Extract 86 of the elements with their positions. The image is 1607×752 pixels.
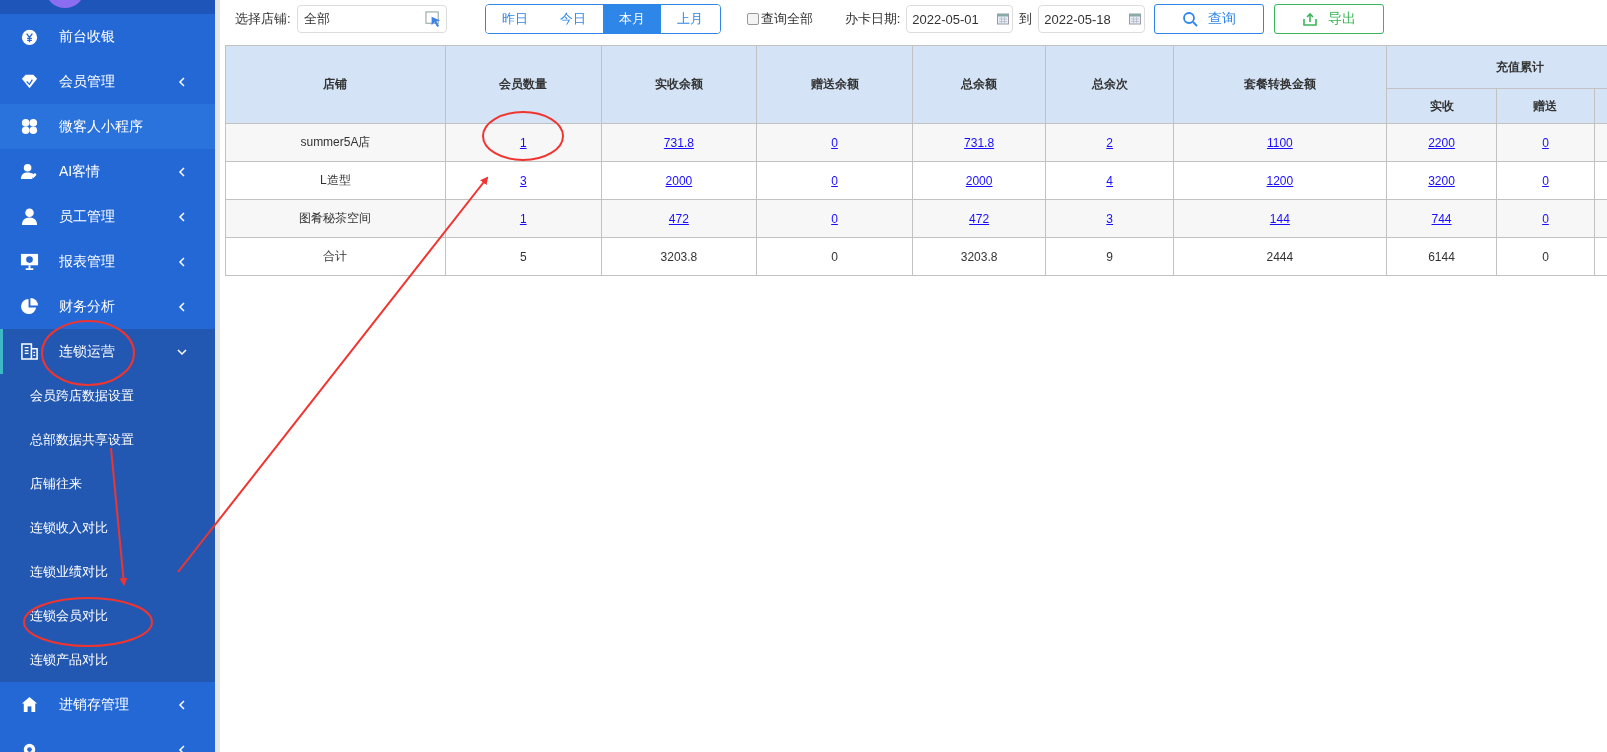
query-all-label: 查询全部 [760, 10, 813, 28]
user-heart-icon [20, 162, 39, 181]
table-cell: 3203.8 [601, 237, 757, 276]
table-cell: 6144 [1386, 237, 1497, 276]
table-link[interactable]: 4 [1106, 173, 1113, 188]
column-header: 赠送 [1496, 88, 1595, 124]
column-header: 总余次 [1045, 45, 1174, 124]
menu-item[interactable]: 财务分析 [0, 284, 215, 329]
table-link[interactable]: 0 [1542, 135, 1549, 150]
monitor-icon [20, 252, 39, 271]
table-link[interactable]: 1100 [1266, 135, 1293, 150]
table-link[interactable]: 0 [831, 135, 838, 150]
table-cell: 图肴秘茶空间 [225, 199, 446, 238]
menu-item[interactable]: 报表管理 [0, 239, 215, 284]
submenu-item[interactable]: 会员跨店数据设置 [0, 374, 215, 418]
store-select-field[interactable]: 全部 [296, 5, 447, 33]
column-header: 实收余额 [601, 45, 757, 124]
table-link[interactable]: 1 [519, 135, 527, 150]
table-link[interactable]: 1200 [1266, 173, 1294, 188]
submenu-item[interactable]: 总部数据共享设置 [0, 418, 215, 462]
money-icon [20, 27, 39, 46]
table-link[interactable]: 3 [519, 173, 527, 188]
table-link[interactable]: 2 [1106, 135, 1113, 150]
column-header: 总余额 [912, 45, 1046, 124]
user-icon [20, 207, 39, 226]
table-cell: 5 [445, 237, 602, 276]
calendar-icon [997, 13, 1010, 25]
table-cell: summer5A店 [225, 123, 446, 162]
table-link[interactable]: 2200 [1428, 135, 1455, 150]
date-separator: 到 [1019, 10, 1033, 28]
table-link[interactable]: 2000 [665, 173, 693, 188]
table-cell: 9 [1045, 237, 1174, 276]
table-link[interactable]: 0 [1542, 211, 1549, 226]
table-link[interactable]: 2000 [965, 173, 993, 188]
export-icon [1302, 11, 1319, 27]
submenu-item[interactable]: 连锁产品对比 [0, 638, 215, 682]
menu-item[interactable]: 会员管理 [0, 59, 215, 104]
checkbox[interactable] [746, 13, 759, 25]
menu-item[interactable]: 连锁运营 [0, 329, 215, 374]
column-group-header: 充值累计 [1496, 59, 1545, 74]
date-field[interactable]: 2022-05-18 [1038, 5, 1146, 33]
column-header: 赠送余额 [756, 45, 913, 124]
submenu-item[interactable]: 连锁业绩对比 [0, 550, 215, 594]
submenu-item[interactable]: 连锁会员对比 [0, 594, 215, 638]
pie-icon [20, 297, 39, 316]
table-link[interactable]: 731.8 [964, 135, 995, 150]
submenu-item[interactable]: 连锁收入对比 [0, 506, 215, 550]
column-header: 实收 [1386, 88, 1497, 124]
house-icon [20, 695, 39, 714]
clover-icon [20, 117, 39, 136]
column-header: 店铺 [225, 45, 446, 124]
column-header: 套餐转换金额 [1173, 45, 1387, 124]
date-label: 办卡日期: [844, 10, 901, 28]
table-link[interactable]: 0 [1542, 173, 1549, 188]
table-link[interactable]: 3200 [1428, 173, 1455, 188]
table-link[interactable]: 744 [1431, 211, 1452, 226]
table-link[interactable]: 731.8 [663, 135, 694, 150]
table-cell: 0 [756, 237, 913, 276]
store-label: 选择店铺: [235, 10, 291, 28]
table-cell: 2444 [1173, 237, 1387, 276]
diamond-icon [20, 72, 39, 91]
submenu-item[interactable]: 店铺往来 [0, 462, 215, 506]
table-cell: 3203.8 [912, 237, 1046, 276]
table-link[interactable]: 0 [831, 211, 838, 226]
column-header: 会员数量 [445, 45, 602, 124]
cursor-select-icon [424, 10, 442, 28]
calendar-icon [1129, 13, 1142, 25]
menu-item[interactable]: 微客人小程序 [0, 104, 215, 149]
building-icon [20, 342, 39, 361]
table-link[interactable]: 0 [831, 173, 838, 188]
date-field[interactable]: 2022-05-01 [906, 5, 1014, 33]
period-tab[interactable]: 本月 [602, 5, 662, 33]
query-button[interactable]: 查询 [1154, 4, 1265, 34]
table-link[interactable]: 1 [519, 211, 527, 226]
table-link[interactable]: 3 [1106, 211, 1113, 226]
table-cell: 0 [1496, 237, 1595, 276]
menu-item[interactable]: 前台收银 [0, 14, 215, 59]
table-link[interactable]: 144 [1269, 211, 1290, 226]
menu-item[interactable]: AI客情 [0, 149, 215, 194]
table-link[interactable]: 472 [969, 211, 990, 226]
menu-item[interactable]: 员工管理 [0, 194, 215, 239]
search-icon [1182, 11, 1199, 27]
table-link[interactable]: 472 [668, 211, 689, 226]
table-cell: 合计 [225, 237, 446, 276]
menu-item[interactable]: 进销存管理 [0, 682, 215, 727]
table-cell: L造型 [225, 161, 446, 200]
